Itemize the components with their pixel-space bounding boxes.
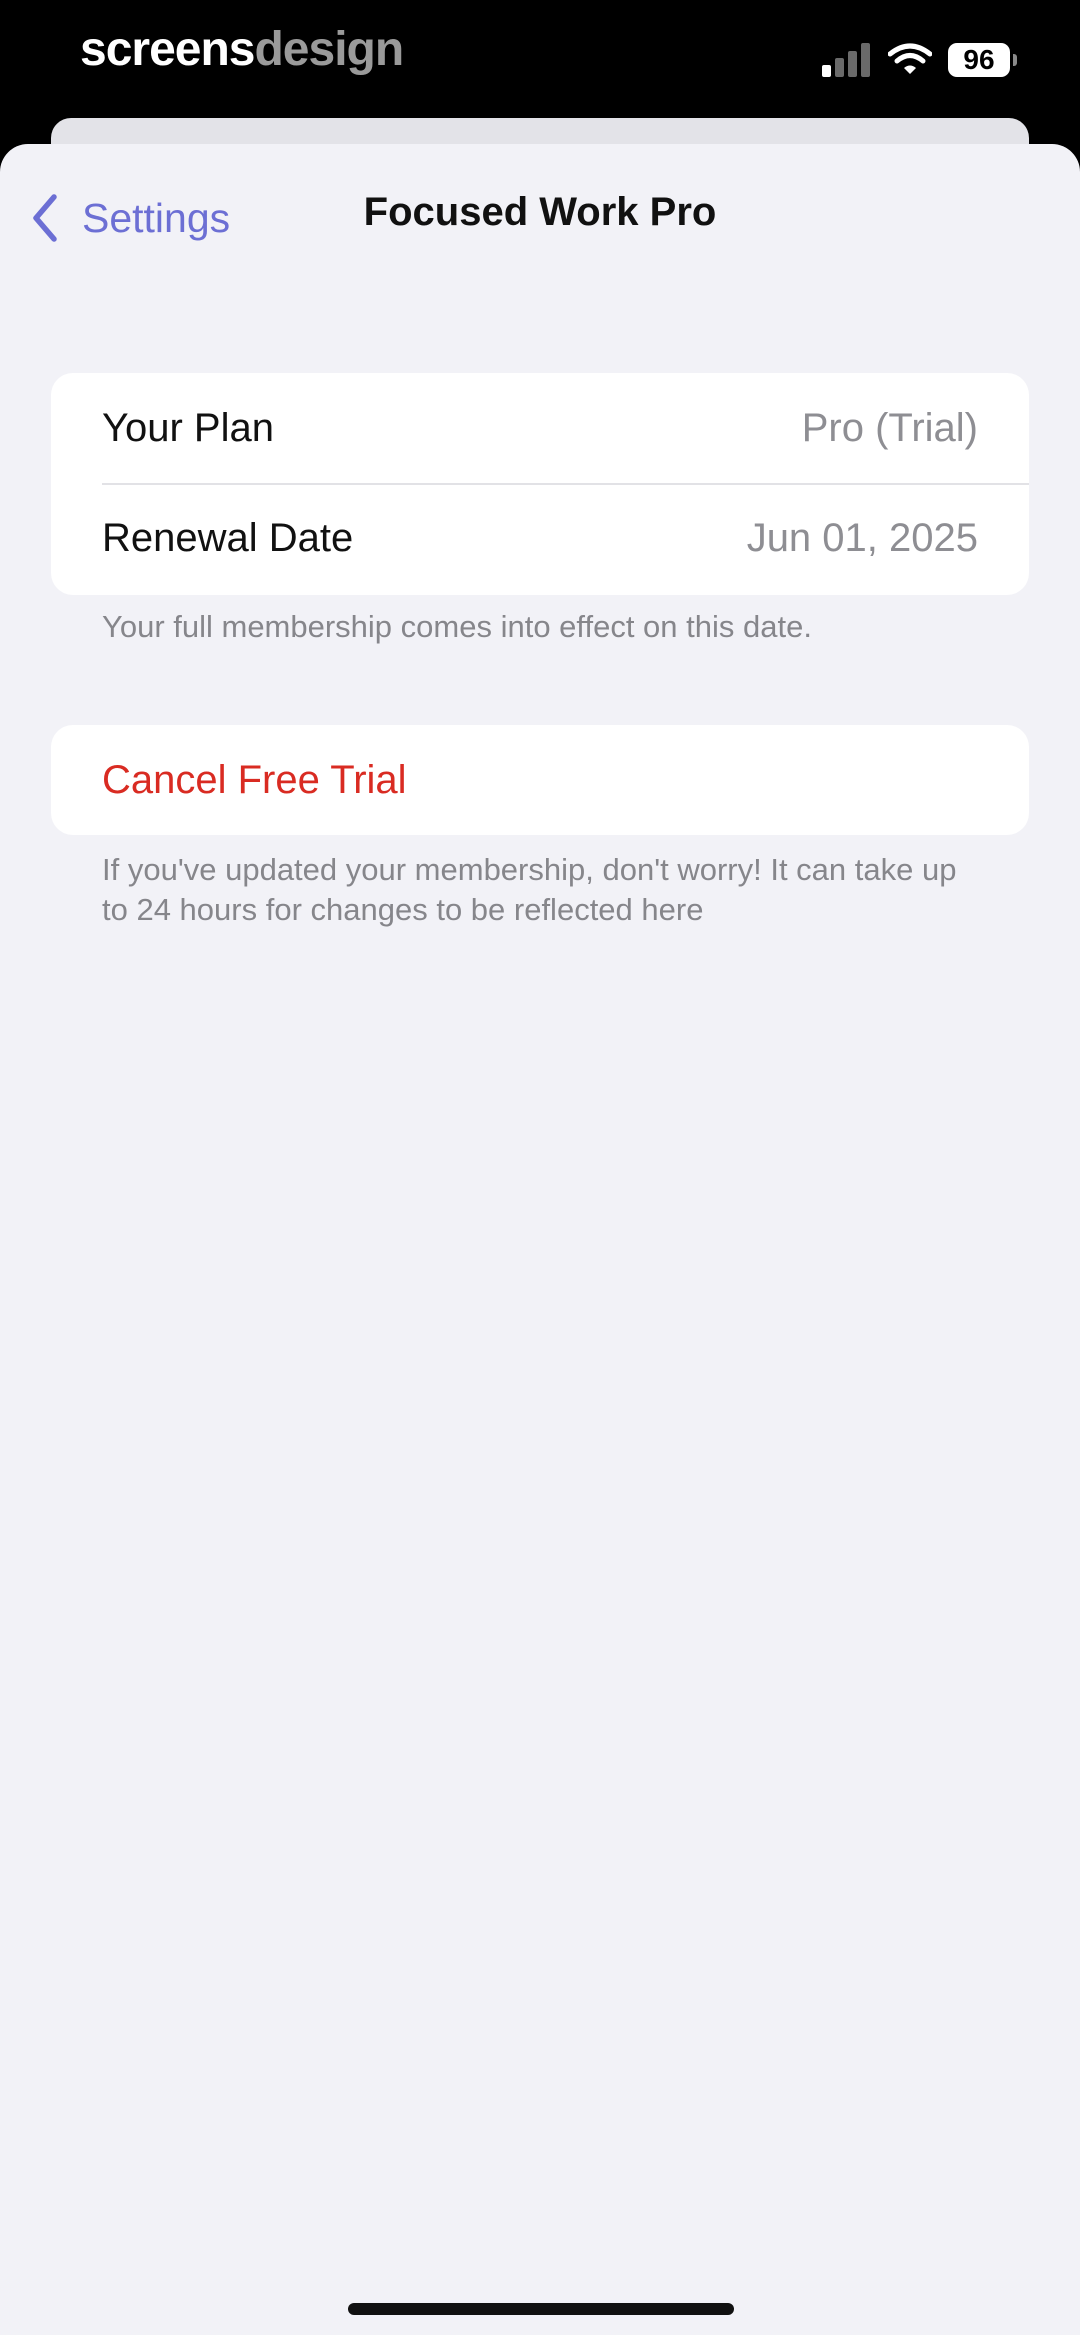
battery-icon: 96 — [948, 43, 1017, 77]
plan-label: Your Plan — [102, 405, 274, 450]
renewal-date-value: Jun 01, 2025 — [746, 515, 978, 560]
plan-row: Your Plan Pro (Trial) — [51, 373, 1029, 483]
renewal-date-row: Renewal Date Jun 01, 2025 — [51, 483, 1029, 593]
status-icons: 96 — [822, 40, 1017, 80]
cancel-free-trial-button[interactable]: Cancel Free Trial — [51, 725, 1029, 835]
update-footnote: If you've updated your membership, don't… — [102, 852, 957, 927]
wifi-icon — [888, 43, 932, 74]
settings-sheet: Focused Work Pro Settings Your Plan Pro … — [0, 144, 1080, 2335]
battery-level: 96 — [963, 44, 995, 75]
watermark-part-1: screens — [80, 23, 255, 76]
back-button[interactable]: Settings — [30, 188, 230, 248]
watermark-part-2: design — [254, 23, 404, 76]
watermark-logo: screensdesign — [80, 22, 404, 78]
back-button-label: Settings — [82, 194, 231, 241]
status-bar: screensdesign 96 — [0, 0, 1080, 118]
signal-icon — [822, 43, 870, 77]
phone-screen: screensdesign 96 Focused Work Pro Settin… — [0, 0, 1080, 2335]
renewal-date-label: Renewal Date — [102, 515, 354, 560]
plan-value: Pro (Trial) — [801, 405, 978, 450]
chevron-left-icon — [33, 194, 57, 242]
cancel-group: Cancel Free Trial — [51, 725, 1029, 835]
membership-footnote: Your full membership comes into effect o… — [102, 609, 812, 644]
home-indicator[interactable] — [348, 2303, 734, 2315]
navigation-bar: Focused Work Pro Settings — [0, 144, 1080, 284]
battery-nub — [1013, 54, 1017, 66]
plan-info-group: Your Plan Pro (Trial) Renewal Date Jun 0… — [51, 373, 1029, 595]
